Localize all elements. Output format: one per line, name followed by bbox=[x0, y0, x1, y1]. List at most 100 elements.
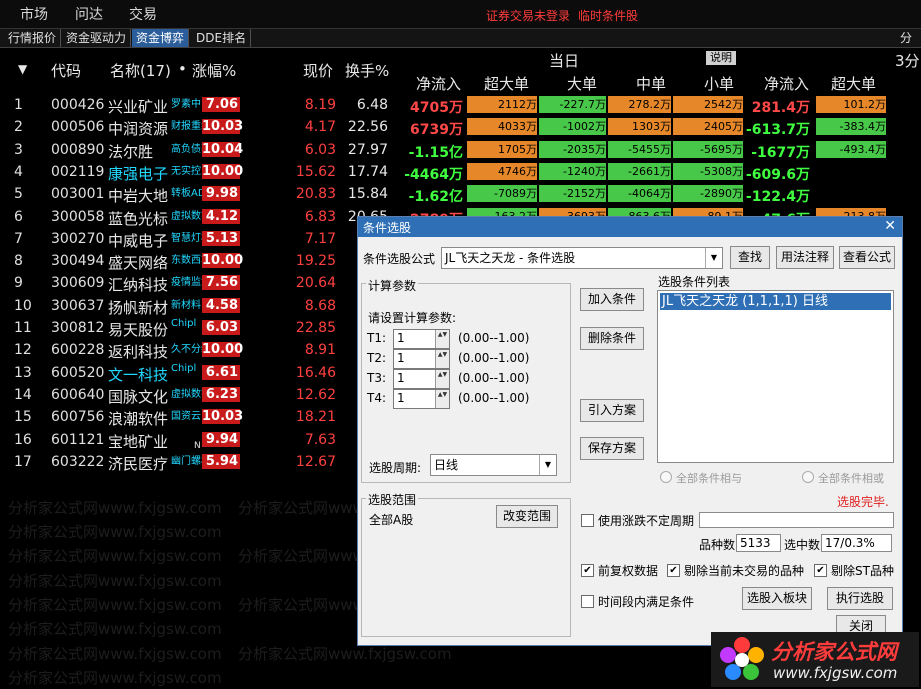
stock-code: 600520 bbox=[51, 364, 105, 381]
close-icon[interactable]: ✕ bbox=[884, 218, 896, 234]
adjust-checkbox[interactable]: ✔ bbox=[581, 564, 594, 577]
table-row[interactable]: 4 002119 康强电子 无实控人 10.00 15.62 17.74 -4464万 4746… bbox=[0, 161, 921, 183]
condition-list[interactable]: JL飞天之天龙 (1,1,1,1) 日线 bbox=[657, 290, 894, 463]
change-percent: 9.98 bbox=[202, 186, 240, 202]
spin-arrows-icon[interactable]: ▲▼ bbox=[435, 350, 449, 368]
param-label: T3: bbox=[367, 371, 387, 385]
stock-code: 600228 bbox=[51, 342, 105, 359]
sort-arrow-icon[interactable]: ▼ bbox=[18, 62, 27, 76]
temp-condition-stocks[interactable]: 临时条件股 bbox=[578, 7, 638, 24]
flow-bar: -7089万 bbox=[467, 185, 537, 203]
stock-name: 中威电子 bbox=[108, 231, 169, 250]
menu-trade[interactable]: 交易 bbox=[129, 4, 157, 24]
spin-arrows-icon[interactable]: ▲▼ bbox=[435, 370, 449, 388]
save-scheme-button[interactable]: 保存方案 bbox=[580, 437, 644, 460]
watermark-text: 分析家公式网www.fxjgsw.com bbox=[8, 645, 222, 663]
col-small[interactable]: 小单 bbox=[704, 73, 734, 94]
spin-arrows-icon[interactable]: ▲▼ bbox=[435, 330, 449, 348]
col-medium[interactable]: 中单 bbox=[636, 73, 666, 94]
param-value: 1 bbox=[397, 331, 405, 345]
condition-list-item[interactable]: JL飞天之天龙 (1,1,1,1) 日线 bbox=[660, 293, 891, 310]
period-select[interactable]: 日线 ▼ bbox=[430, 454, 557, 476]
flower-logo-icon bbox=[720, 637, 764, 680]
price: 22.85 bbox=[295, 320, 336, 336]
price: 6.83 bbox=[304, 208, 336, 225]
delete-condition-button[interactable]: 删除条件 bbox=[580, 327, 644, 350]
tab-dde-rank[interactable]: DDE排名 bbox=[192, 29, 252, 47]
col-netflow[interactable]: 净流入 bbox=[416, 73, 461, 94]
import-scheme-button[interactable]: 引入方案 bbox=[580, 399, 644, 422]
row-index: 10 bbox=[14, 297, 32, 314]
price: 8.91 bbox=[304, 342, 336, 359]
change-range-button[interactable]: 改变范围 bbox=[496, 505, 558, 528]
calc-prompt: 请设置计算参数: bbox=[368, 311, 457, 325]
tab-quotes[interactable]: 行情报价 bbox=[4, 29, 62, 47]
tab-minute[interactable]: 分 bbox=[896, 29, 916, 47]
col-turnover[interactable]: 换手% bbox=[345, 60, 389, 81]
param-spinner[interactable]: 1 ▲▼ bbox=[393, 369, 450, 389]
row-index: 8 bbox=[14, 253, 23, 270]
param-spinner[interactable]: 1 ▲▼ bbox=[393, 389, 450, 409]
find-button[interactable]: 查找 bbox=[730, 246, 770, 269]
condition-list-label: 选股条件列表 bbox=[658, 275, 731, 289]
turnover: 27.97 bbox=[347, 141, 388, 158]
tab-fund-game[interactable]: 资金博弈 bbox=[132, 29, 190, 47]
add-condition-button[interactable]: 加入条件 bbox=[580, 288, 644, 311]
help-button[interactable]: 说明 bbox=[706, 51, 736, 65]
dialog-title: 条件选股 bbox=[363, 221, 412, 235]
menu-bar: 市场 问达 交易 证券交易未登录 临时条件股 bbox=[0, 0, 921, 29]
col-name[interactable]: 名称(17) bbox=[110, 60, 171, 81]
chevron-down-icon[interactable]: ▼ bbox=[539, 455, 556, 475]
stock-name: 中润资源 bbox=[108, 120, 169, 139]
dialog-titlebar[interactable]: 条件选股 ✕ bbox=[358, 217, 902, 237]
usage-notes-button[interactable]: 用法注释 bbox=[776, 246, 834, 269]
table-row[interactable]: 1 000426 兴业矿业 罗素中 7.06 8.19 6.48 4705万 2112万 -227… bbox=[0, 94, 921, 116]
row-index: 6 bbox=[14, 208, 23, 225]
col-super-large-2[interactable]: 超大单 bbox=[831, 73, 876, 94]
col-netflow-2[interactable]: 净流入 bbox=[764, 73, 809, 94]
watermark-text: 分析家公式网www.fxjgsw.com bbox=[238, 645, 452, 663]
net-inflow-2: -122.4万 bbox=[745, 189, 810, 206]
radio-or[interactable] bbox=[802, 471, 814, 483]
col-price[interactable]: 现价 bbox=[303, 60, 333, 81]
formula-select[interactable]: JL飞天之天龙 - 条件选股 ▼ bbox=[441, 247, 723, 269]
exclude-untraded-checkbox[interactable]: ✔ bbox=[667, 564, 680, 577]
col-code[interactable]: 代码 bbox=[51, 60, 81, 81]
menu-wenda[interactable]: 问达 bbox=[75, 4, 103, 24]
uncertain-period-input[interactable] bbox=[699, 512, 894, 528]
tab-fund-drive[interactable]: 资金驱动力 bbox=[62, 29, 132, 47]
concept-tag: 国资云 bbox=[171, 411, 201, 423]
exclude-st-label: 剔除ST品种 bbox=[831, 564, 894, 578]
change-percent: 9.94 bbox=[202, 431, 240, 447]
interval-checkbox[interactable] bbox=[581, 595, 594, 608]
tab-bar: 行情报价 资金驱动力 资金博弈 DDE排名 分 bbox=[0, 29, 921, 48]
uncertain-period-checkbox[interactable] bbox=[581, 514, 594, 527]
flow-bar: -1002万 bbox=[539, 118, 606, 136]
view-formula-button[interactable]: 查看公式 bbox=[839, 246, 895, 269]
col-super-large[interactable]: 超大单 bbox=[484, 73, 529, 94]
chevron-down-icon[interactable]: ▼ bbox=[705, 248, 722, 268]
table-row[interactable]: 5 003001 中岩大地 转板AD 9.98 20.83 15.84 -1.62亿 -7089… bbox=[0, 183, 921, 205]
table-row[interactable]: 3 000890 法尔胜 高负债率 10.04 6.03 27.97 -1.15亿 1705万 -… bbox=[0, 139, 921, 161]
exclude-st-checkbox[interactable]: ✔ bbox=[814, 564, 827, 577]
execute-button[interactable]: 执行选股 bbox=[827, 587, 893, 610]
table-row[interactable]: 2 000506 中润资源 财报重组 10.03 4.17 22.56 6739万 4033万 -… bbox=[0, 116, 921, 138]
change-percent: 10.00 bbox=[202, 163, 244, 179]
select-to-block-button[interactable]: 选股入板块 bbox=[742, 587, 812, 610]
col-change[interactable]: 涨幅% bbox=[192, 60, 236, 81]
price: 12.62 bbox=[295, 386, 336, 403]
param-spinner[interactable]: 1 ▲▼ bbox=[393, 329, 450, 349]
param-spinner[interactable]: 1 ▲▼ bbox=[393, 349, 450, 369]
param-value: 1 bbox=[397, 371, 405, 385]
flow-bar: -2890万 bbox=[673, 185, 743, 203]
login-status[interactable]: 证券交易未登录 bbox=[486, 7, 570, 24]
radio-and[interactable] bbox=[660, 471, 672, 483]
stock-name: 返利科技 bbox=[108, 343, 169, 362]
param-label: T2: bbox=[367, 351, 387, 365]
change-percent: 7.56 bbox=[202, 275, 240, 291]
price: 15.62 bbox=[295, 163, 336, 180]
col-large[interactable]: 大单 bbox=[567, 73, 597, 94]
price: 16.46 bbox=[295, 364, 336, 381]
spin-arrows-icon[interactable]: ▲▼ bbox=[435, 390, 449, 408]
menu-market[interactable]: 市场 bbox=[20, 4, 48, 24]
